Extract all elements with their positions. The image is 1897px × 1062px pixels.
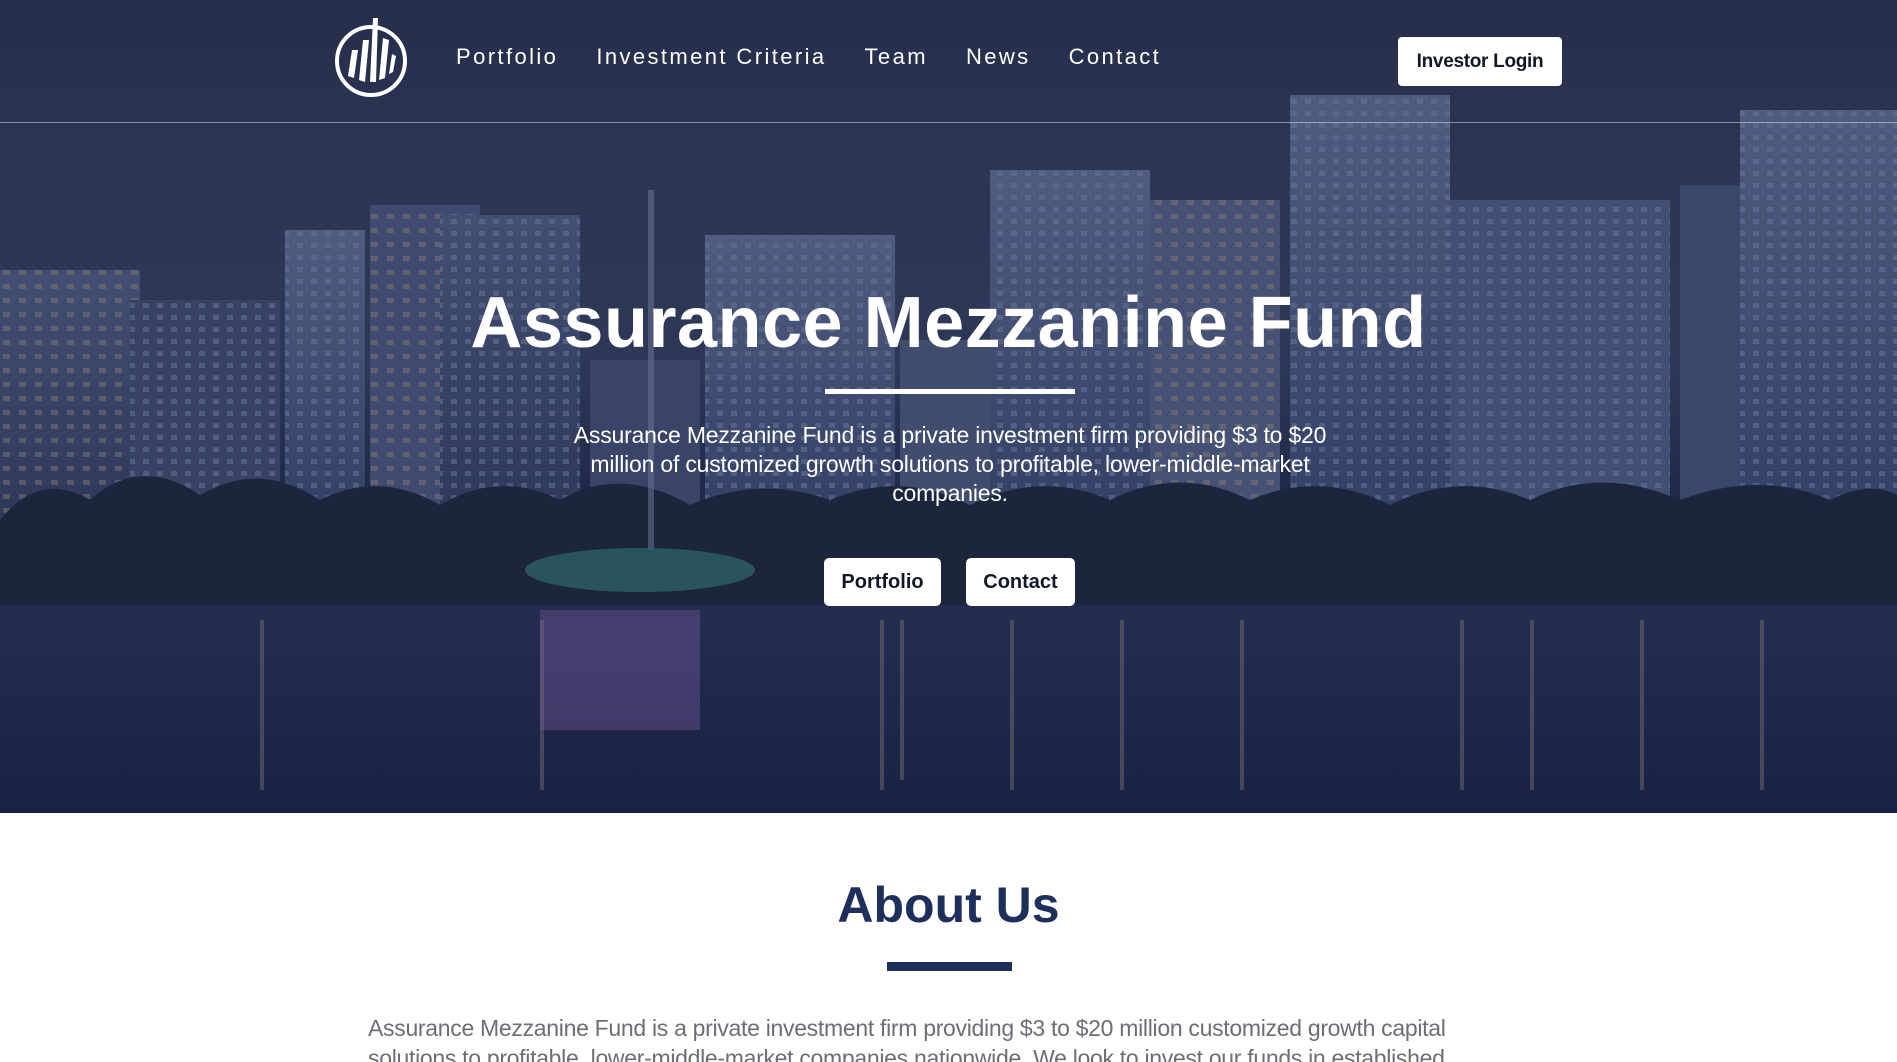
hero-title: Assurance Mezzanine Fund bbox=[470, 283, 1427, 363]
investor-login-button[interactable]: Investor Login bbox=[1398, 37, 1562, 86]
hero-contact-button[interactable]: Contact bbox=[966, 558, 1075, 606]
about-text: Assurance Mezzanine Fund is a private in… bbox=[368, 1015, 1446, 1062]
building-logo-icon[interactable] bbox=[334, 14, 408, 98]
about-divider bbox=[887, 962, 1012, 971]
nav-link-contact[interactable]: Contact bbox=[1069, 44, 1162, 70]
nav-link-portfolio[interactable]: Portfolio bbox=[456, 44, 558, 70]
hero-portfolio-button[interactable]: Portfolio bbox=[824, 558, 941, 606]
about-title: About Us bbox=[837, 877, 1060, 933]
hero-divider bbox=[825, 389, 1075, 394]
nav-link-news[interactable]: News bbox=[966, 44, 1031, 70]
nav-links: Portfolio Investment Criteria Team News … bbox=[456, 44, 1199, 70]
nav-link-team[interactable]: Team bbox=[865, 44, 928, 70]
nav-link-investment-criteria[interactable]: Investment Criteria bbox=[596, 44, 826, 70]
hero-section: Portfolio Investment Criteria Team News … bbox=[0, 0, 1897, 813]
top-navigation: Portfolio Investment Criteria Team News … bbox=[0, 0, 1897, 123]
hero-subtitle: Assurance Mezzanine Fund is a private in… bbox=[573, 422, 1327, 506]
